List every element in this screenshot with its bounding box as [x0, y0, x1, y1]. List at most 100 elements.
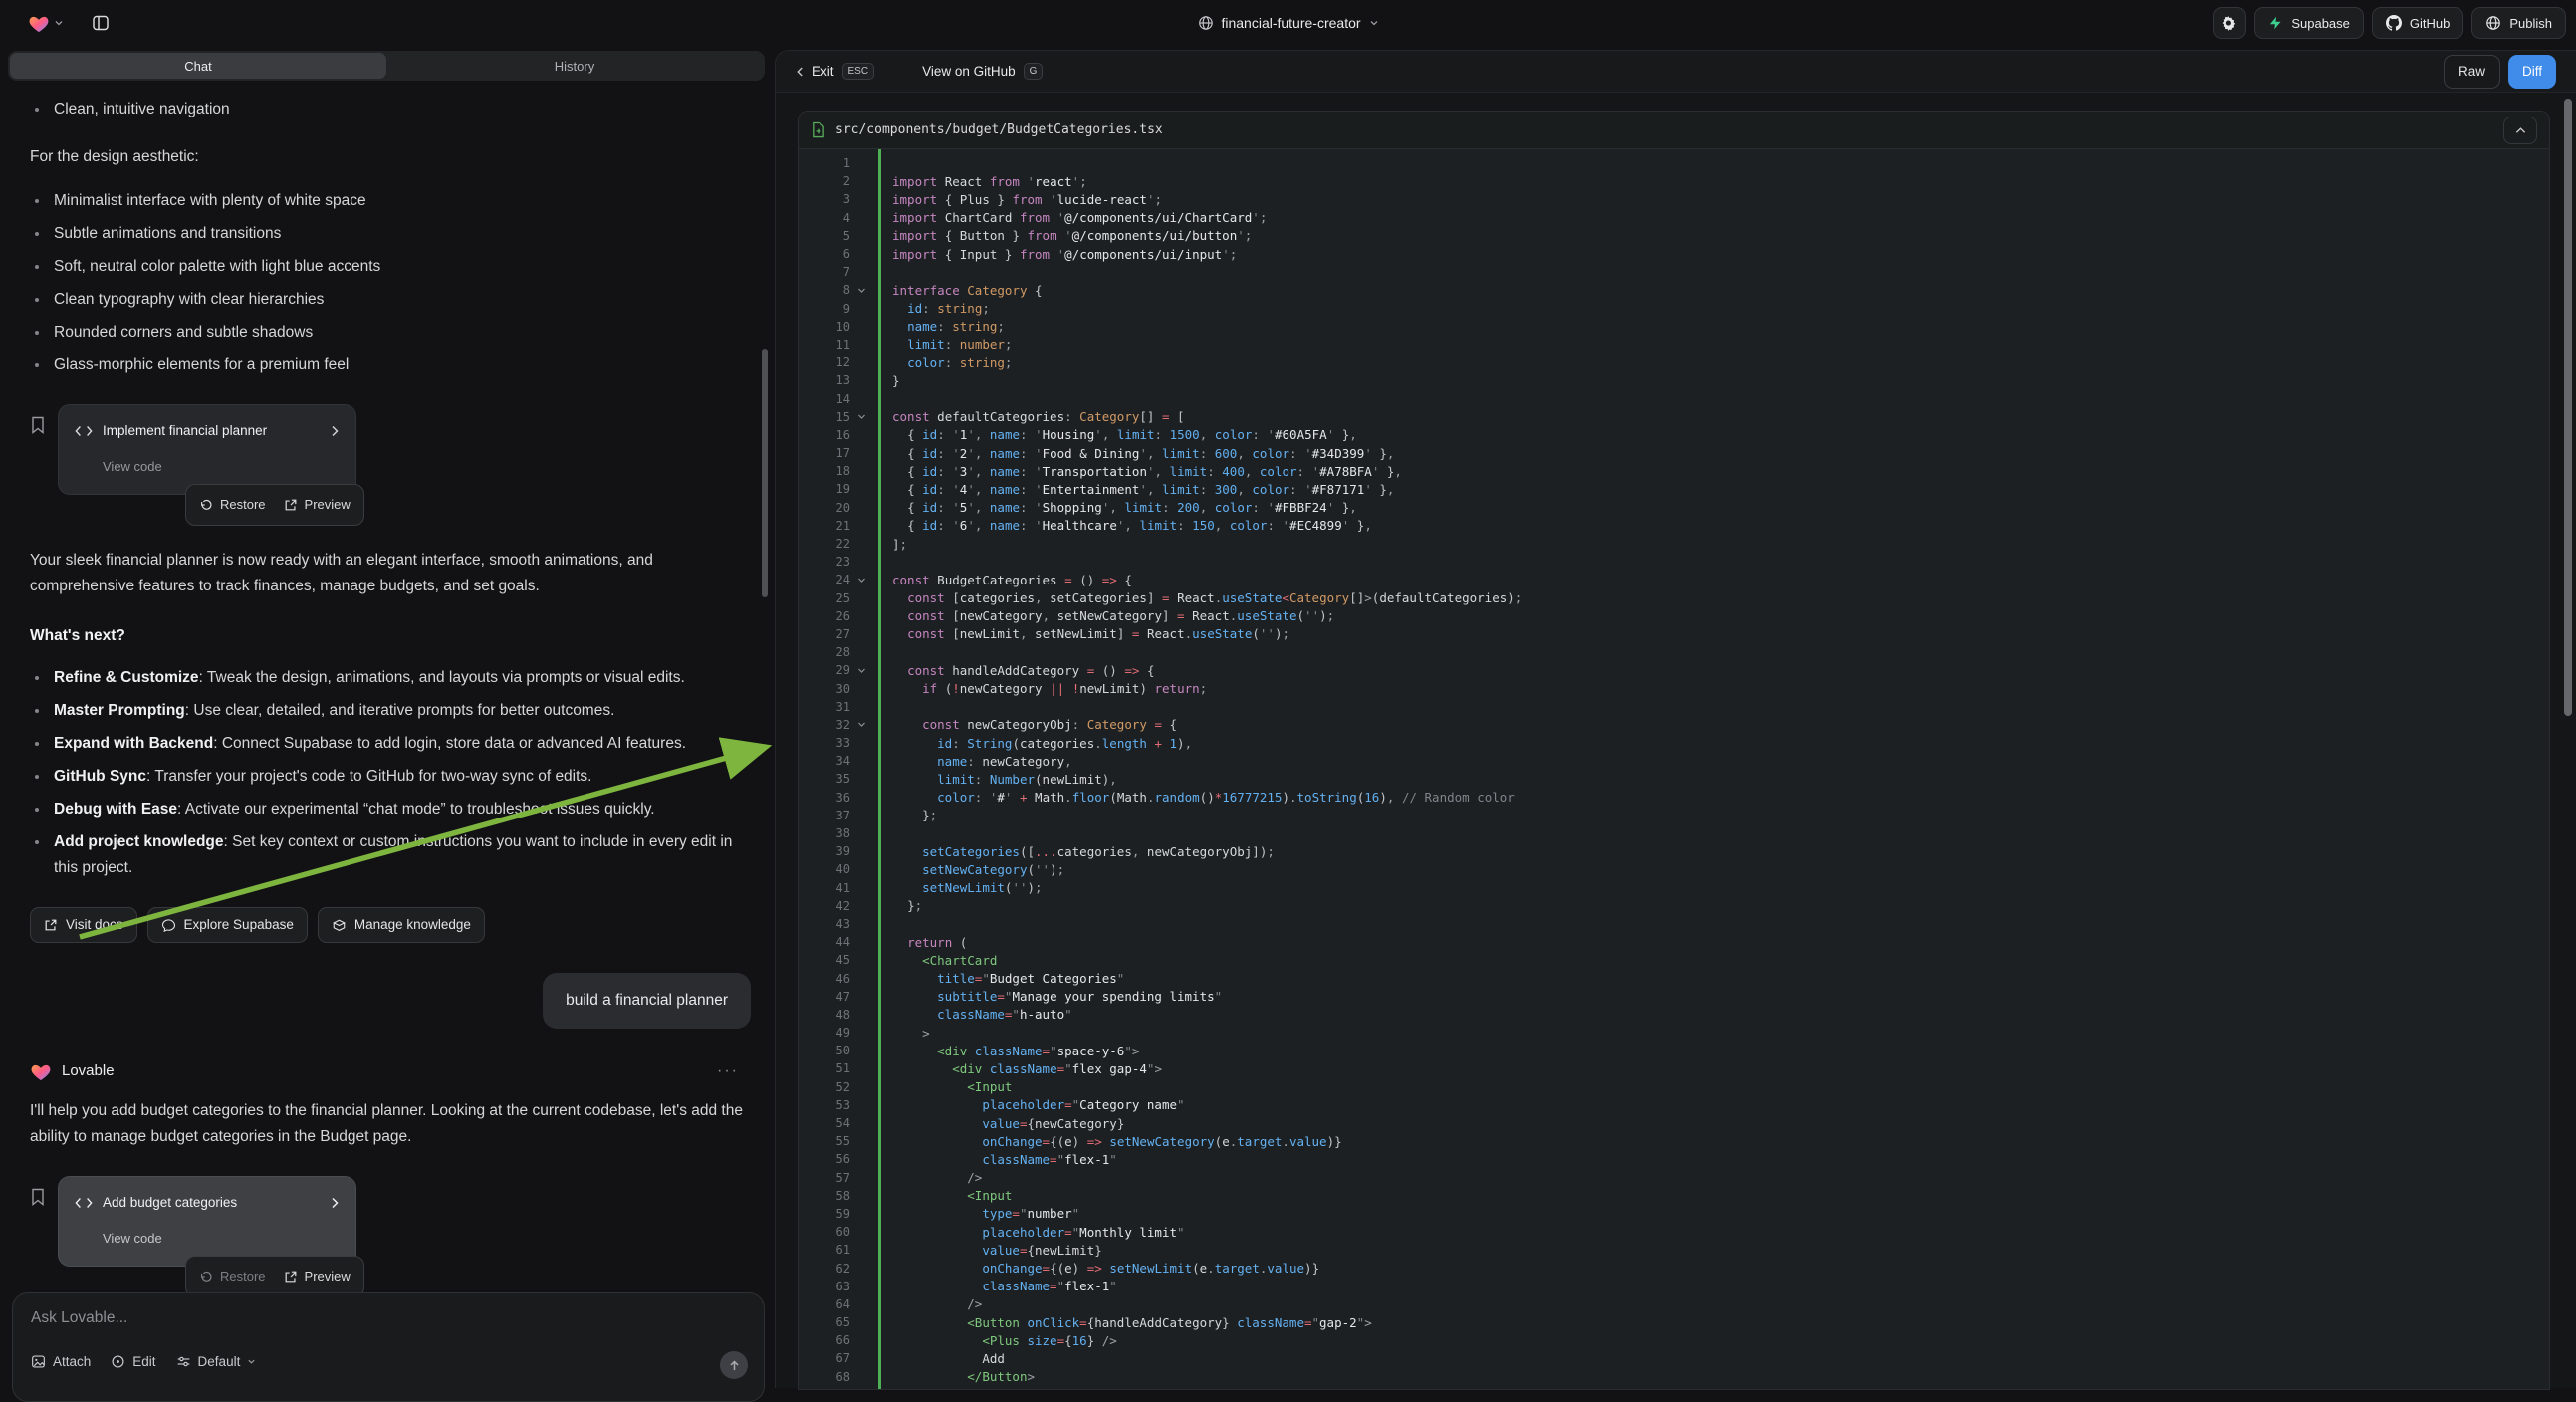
- line-number: 57: [799, 1171, 850, 1185]
- bookmark-icon[interactable]: [30, 416, 46, 434]
- code-line: 55 onChange={(e) => setNewCategory(e.tar…: [799, 1132, 2549, 1150]
- line-number: 2: [799, 174, 850, 188]
- code-icon: [75, 425, 93, 437]
- quick-actions: Visit docs Explore Supabase Manage knowl…: [30, 907, 745, 943]
- line-number: 52: [799, 1080, 850, 1094]
- code-line: 56 className="flex-1": [799, 1150, 2549, 1168]
- list-item: Clean, intuitive navigation: [30, 97, 745, 122]
- preview-button[interactable]: Preview: [284, 492, 351, 518]
- file-path: src/components/budget/BudgetCategories.t…: [835, 122, 2493, 137]
- list-item: Subtle animations and transitions: [30, 221, 745, 247]
- tab-chat[interactable]: Chat: [10, 53, 386, 79]
- code-line: 46 title="Budget Categories": [799, 969, 2549, 987]
- code-line: 62 onChange={(e) => setNewLimit(e.target…: [799, 1259, 2549, 1277]
- fold-chevron-icon[interactable]: [850, 666, 878, 675]
- version-card-add-budget-categories[interactable]: Add budget categories View code: [58, 1176, 356, 1267]
- send-button[interactable]: [720, 1351, 748, 1379]
- line-number: 47: [799, 990, 850, 1004]
- code-line: 61 value={newLimit}: [799, 1241, 2549, 1259]
- mode-selector[interactable]: Default: [176, 1354, 257, 1369]
- code-line: 66 <Plus size={16} />: [799, 1331, 2549, 1349]
- explore-supabase-button[interactable]: Explore Supabase: [147, 907, 308, 943]
- collapse-file-button[interactable]: [2503, 117, 2537, 144]
- lovable-heart-icon: [28, 13, 50, 33]
- chat-input[interactable]: [31, 1309, 746, 1343]
- attach-button[interactable]: Attach: [31, 1354, 91, 1369]
- supabase-button[interactable]: Supabase: [2254, 7, 2364, 39]
- fold-chevron-icon[interactable]: [850, 720, 878, 729]
- sidebar-toggle-button[interactable]: [86, 8, 116, 38]
- fold-chevron-icon[interactable]: [850, 576, 878, 584]
- restore-button[interactable]: Restore: [199, 1264, 266, 1289]
- gear-icon: [2222, 15, 2238, 32]
- exit-button[interactable]: Exit esc: [796, 63, 874, 80]
- line-number: 30: [799, 682, 850, 696]
- card-title: Add budget categories: [103, 1190, 321, 1216]
- edit-button[interactable]: Edit: [111, 1354, 155, 1369]
- chat-scroll-area[interactable]: Clean, intuitive navigation For the desi…: [0, 86, 773, 1292]
- line-number: 36: [799, 791, 850, 805]
- restore-button[interactable]: Restore: [199, 492, 266, 518]
- line-number: 17: [799, 446, 850, 460]
- code-line: 51 <div className="flex gap-4">: [799, 1059, 2549, 1077]
- line-number: 44: [799, 935, 850, 949]
- code-line: 16 { id: '1', name: 'Housing', limit: 15…: [799, 426, 2549, 444]
- diff-button[interactable]: Diff: [2508, 55, 2556, 89]
- line-number: 43: [799, 917, 850, 931]
- fold-chevron-icon[interactable]: [850, 412, 878, 421]
- github-button[interactable]: GitHub: [2372, 7, 2463, 39]
- more-options-button[interactable]: ···: [717, 1058, 745, 1084]
- settings-button[interactable]: [2213, 7, 2246, 39]
- manage-knowledge-button[interactable]: Manage knowledge: [318, 907, 485, 943]
- line-number: 6: [799, 247, 850, 261]
- assistant-paragraph: I'll help you add budget categories to t…: [30, 1098, 745, 1150]
- code-line: 39 setCategories([...categories, newCate…: [799, 842, 2549, 860]
- line-number: 59: [799, 1207, 850, 1221]
- line-number: 42: [799, 899, 850, 913]
- line-number: 11: [799, 338, 850, 351]
- version-card-implement-financial-planner[interactable]: Implement financial planner View code: [58, 404, 356, 495]
- code-line: 58 <Input: [799, 1187, 2549, 1205]
- code-icon: [75, 1197, 93, 1209]
- code-line: 44 return (: [799, 933, 2549, 951]
- file-header[interactable]: src/components/budget/BudgetCategories.t…: [799, 112, 2549, 149]
- tab-history[interactable]: History: [386, 53, 763, 79]
- code-line: 65 <Button onClick={handleAddCategory} c…: [799, 1313, 2549, 1331]
- file-card: src/components/budget/BudgetCategories.t…: [798, 111, 2550, 1390]
- line-number: 8: [799, 283, 850, 297]
- code-line: 52 <Input: [799, 1078, 2549, 1096]
- external-link-icon: [284, 1270, 298, 1284]
- raw-button[interactable]: Raw: [2444, 55, 2500, 89]
- line-number: 3: [799, 192, 850, 206]
- user-message: build a financial planner: [543, 973, 751, 1029]
- lovable-logo-menu[interactable]: [28, 13, 64, 33]
- code-line: 64 />: [799, 1295, 2549, 1313]
- code-line: 6import { Input } from '@/components/ui/…: [799, 245, 2549, 263]
- view-code-link[interactable]: View code: [103, 1226, 340, 1252]
- card-title: Implement financial planner: [103, 418, 321, 444]
- list-item: Clean typography with clear hierarchies: [30, 287, 745, 313]
- fold-chevron-icon[interactable]: [850, 286, 878, 295]
- line-number: 35: [799, 772, 850, 786]
- view-code-link[interactable]: View code: [103, 454, 340, 480]
- project-name: financial-future-creator: [1221, 15, 1360, 31]
- view-on-github-button[interactable]: View on GitHub G: [922, 63, 1043, 80]
- code-line: 28: [799, 643, 2549, 661]
- chevron-down-icon: [247, 1357, 256, 1366]
- line-number: 46: [799, 972, 850, 986]
- line-number: 28: [799, 645, 850, 659]
- line-number: 62: [799, 1262, 850, 1276]
- code-line: 18 { id: '3', name: 'Transportation', li…: [799, 462, 2549, 480]
- line-number: 27: [799, 627, 850, 641]
- project-selector[interactable]: financial-future-creator: [1197, 0, 1378, 46]
- code-editor[interactable]: 12import React from 'react';3import { Pl…: [799, 149, 2549, 1389]
- visit-docs-button[interactable]: Visit docs: [30, 907, 137, 943]
- chat-scrollbar[interactable]: [762, 349, 768, 597]
- code-scrollbar[interactable]: [2564, 99, 2572, 716]
- publish-button[interactable]: Publish: [2471, 7, 2566, 39]
- panel-icon: [92, 14, 110, 32]
- preview-button[interactable]: Preview: [284, 1264, 351, 1289]
- chevron-down-icon: [1369, 18, 1379, 28]
- code-line: 20 { id: '5', name: 'Shopping', limit: 2…: [799, 499, 2549, 517]
- bookmark-icon[interactable]: [30, 1188, 46, 1206]
